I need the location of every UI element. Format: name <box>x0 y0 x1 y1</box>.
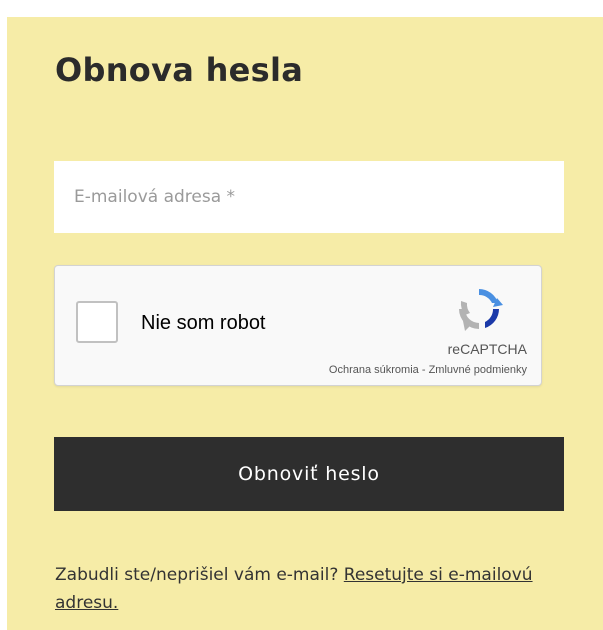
privacy-link[interactable]: Ochrana súkromia <box>329 364 419 376</box>
recaptcha-brand: reCAPTCHA <box>447 341 527 357</box>
footer-text: Zabudli ste/neprišiel vám e-mail? <box>55 565 344 585</box>
page-title: Obnova hesla <box>55 51 304 89</box>
links-separator: - <box>418 364 429 376</box>
captcha-label: Nie som robot <box>141 312 266 334</box>
reset-password-button[interactable]: Obnoviť heslo <box>54 437 564 511</box>
recaptcha-links: Ochrana súkromia - Zmluvné podmienky <box>329 364 527 376</box>
recaptcha-widget: Nie som robot reCAPTCHA Ochrana súkromia… <box>54 265 542 386</box>
captcha-checkbox[interactable] <box>76 301 118 343</box>
email-field[interactable] <box>54 161 564 233</box>
terms-link[interactable]: Zmluvné podmienky <box>429 364 527 376</box>
recaptcha-logo-icon <box>459 289 503 331</box>
footer-help: Zabudli ste/neprišiel vám e-mail? Resetu… <box>55 561 555 617</box>
top-margin <box>0 0 603 17</box>
password-reset-panel: Obnova hesla Nie som robot reCAPTCHA Och… <box>7 17 603 630</box>
